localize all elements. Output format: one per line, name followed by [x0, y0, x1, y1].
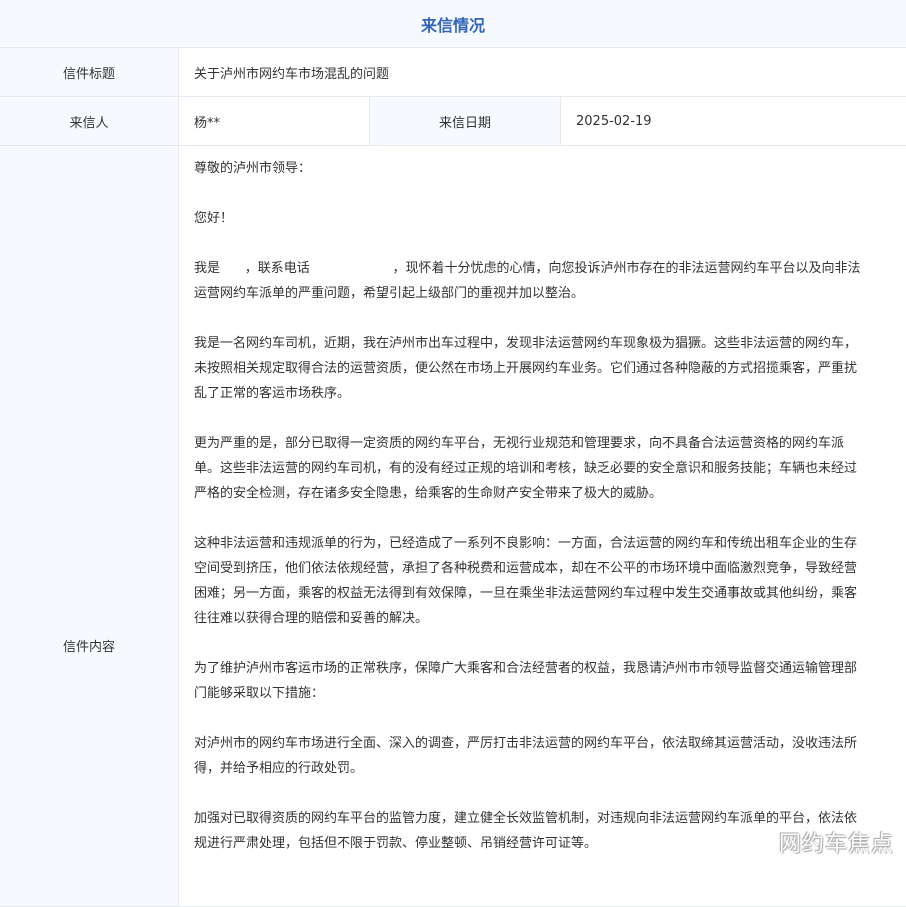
subject-row: 信件标题 关于泸州市网约车市场混乱的问题 [0, 48, 906, 97]
watermark: 网约车焦点 [778, 832, 894, 857]
date-label: 来信日期 [370, 97, 561, 145]
paragraph: 我是 ，联系电话 ，现怀着十分忧虑的心情，向您投诉泸州市存在的非法运营网约车平台… [194, 261, 861, 301]
letter-content: 尊敬的泸州市领导： 您好！ 我是 ，联系电话 ，现怀着十分忧虑的心情，向您投诉泸… [179, 146, 906, 906]
paragraph: 尊敬的泸州市领导： [194, 161, 312, 176]
paragraph: 更为严重的是，部分已取得一定资质的网约车平台，无视行业规范和管理要求，向不具备合… [194, 436, 858, 501]
date-value: 2025-02-19 [576, 113, 652, 129]
content-row: 信件内容 尊敬的泸州市领导： 您好！ 我是 ，联系电话 ，现怀着十分忧虑的心情，… [0, 146, 906, 907]
section-header: 来信情况 [0, 0, 906, 48]
paragraph: 为了维护泸州市客运市场的正常秩序，保障广大乘客和合法经营者的权益，我恳请泸州市市… [194, 661, 858, 701]
section-title: 来信情况 [420, 15, 485, 35]
content-label: 信件内容 [0, 146, 179, 906]
sender-row: 来信人 杨** 来信日期 2025-02-19 [0, 97, 906, 146]
paragraph: 这种非法运营和违规派单的行为，已经造成了一系列不良影响：一方面，合法运营的网约车… [194, 536, 858, 626]
sender-label: 来信人 [0, 97, 179, 145]
paragraph: 对泸州市的网约车市场进行全面、深入的调查，严厉打击非法运营的网约车平台，依法取缔… [194, 736, 858, 776]
subject-value: 关于泸州市网约车市场混乱的问题 [194, 66, 390, 82]
paragraph: 加强对已取得资质的网约车平台的监管力度，建立健全长效监管机制，对违规向非法运营网… [194, 811, 858, 851]
paragraph: 您好！ [194, 211, 234, 226]
sender-value: 杨** [179, 97, 370, 145]
paragraph: 我是一名网约车司机，近期，我在泸州市出车过程中，发现非法运营网约车现象极为猖獗。… [194, 336, 858, 401]
subject-label: 信件标题 [0, 48, 179, 96]
